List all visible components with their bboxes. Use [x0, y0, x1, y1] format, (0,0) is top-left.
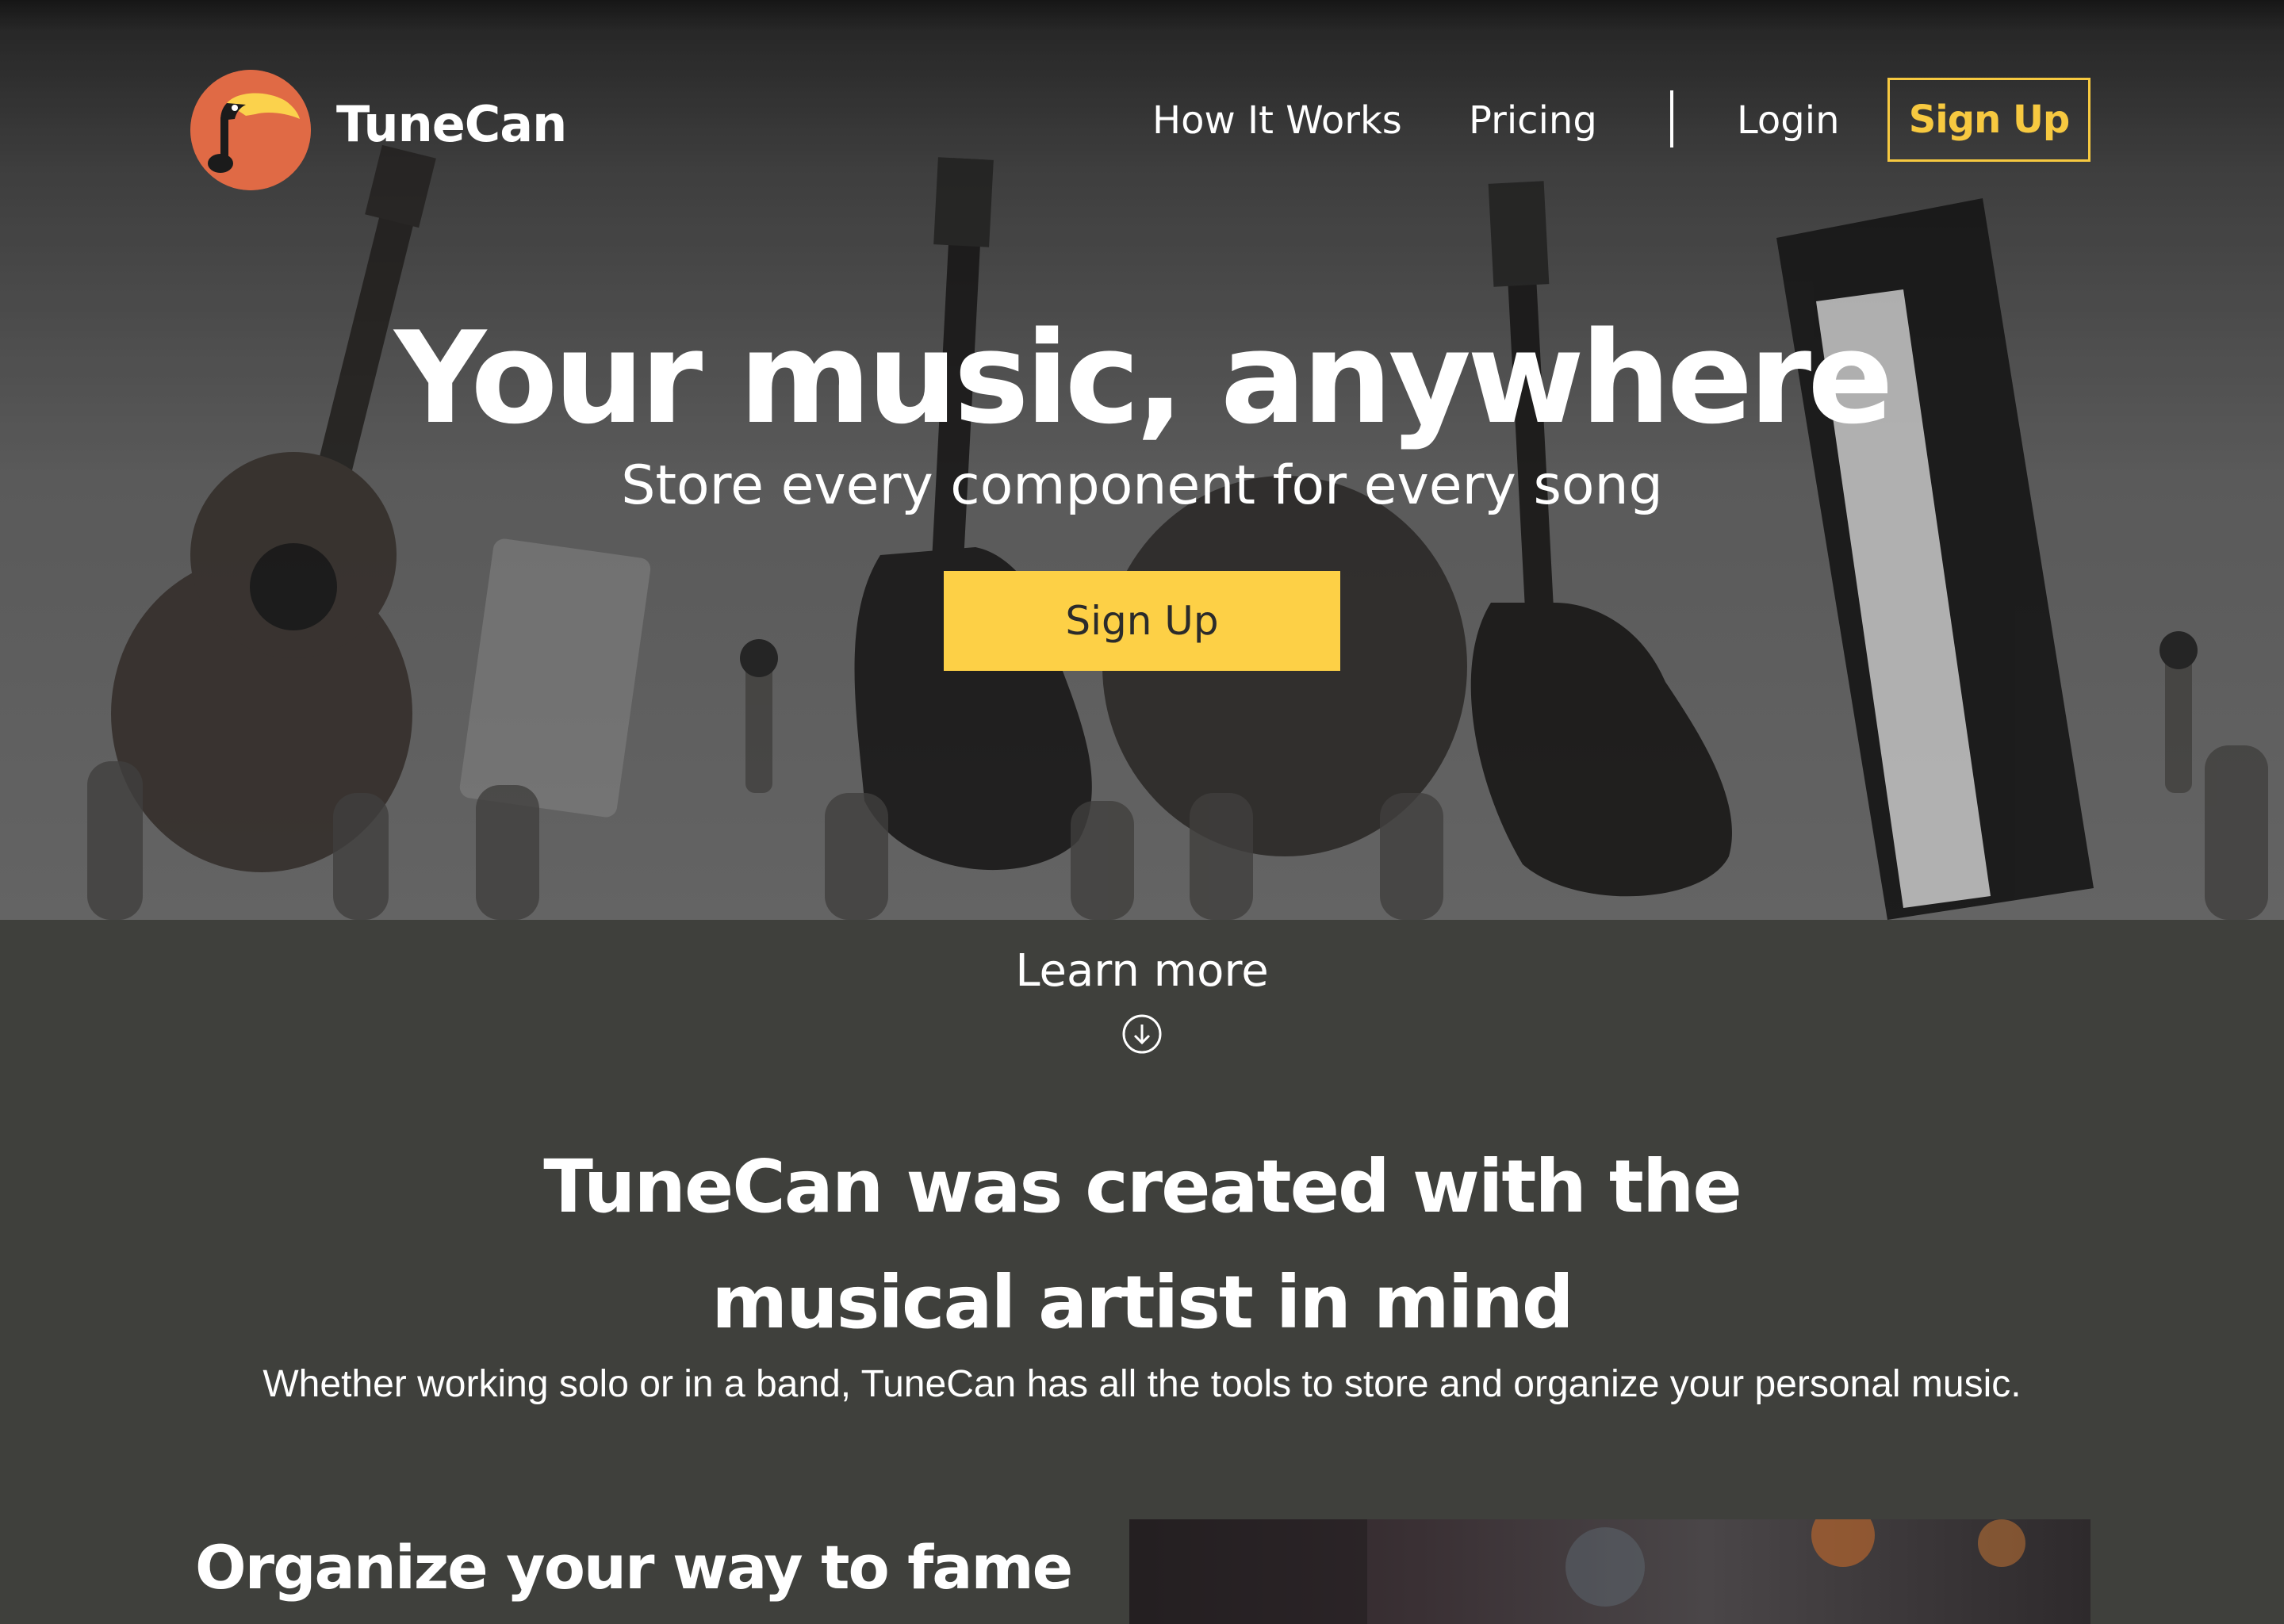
hero-subtitle: Store every component for every song: [621, 454, 1663, 517]
nav-divider: [1670, 90, 1673, 147]
top-navigation: TuneCan How It Works Pricing Login Sign …: [0, 0, 2284, 190]
hero-signup-button[interactable]: Sign Up: [944, 571, 1340, 671]
about-heading-line-1: TuneCan was created with the: [543, 1144, 1742, 1229]
about-heading-line-2: musical artist in mind: [711, 1260, 1573, 1345]
about-description: Whether working solo or in a band, TuneC…: [263, 1363, 2021, 1405]
learn-more-link[interactable]: Learn more: [0, 945, 2284, 997]
arrow-down-circle-icon[interactable]: [1121, 1013, 1163, 1055]
nav-signup-button[interactable]: Sign Up: [1887, 78, 2090, 162]
nav-pricing[interactable]: Pricing: [1469, 98, 1597, 143]
about-heading: TuneCan was created with the musical art…: [0, 1129, 2284, 1361]
feature-heading: Organize your way to fame: [195, 1532, 1073, 1603]
brand-name[interactable]: TuneCan: [336, 95, 567, 153]
feature-image: [1129, 1519, 2090, 1624]
hero-section: TuneCan How It Works Pricing Login Sign …: [0, 0, 2284, 920]
tunecan-logo[interactable]: [190, 70, 311, 190]
nav-login[interactable]: Login: [1737, 98, 1840, 143]
hero-title: Your music, anywhere: [394, 304, 1893, 452]
toucan-note-icon: [190, 70, 311, 190]
nav-how-it-works[interactable]: How It Works: [1152, 98, 1402, 143]
